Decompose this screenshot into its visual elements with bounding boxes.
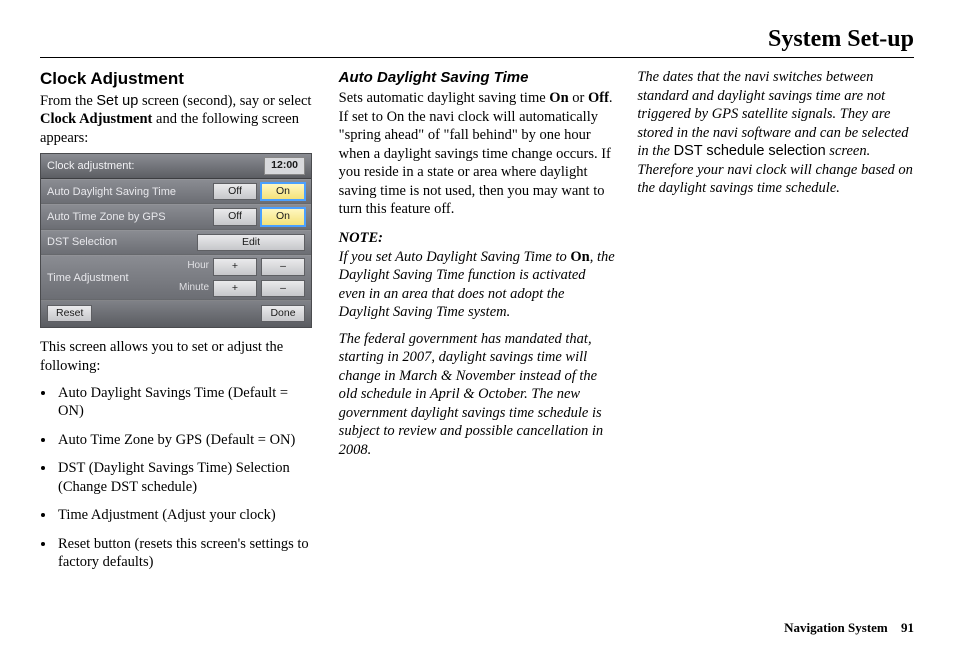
list-item: Reset button (resets this screen's setti… bbox=[56, 535, 317, 572]
list-item: Auto Time Zone by GPS (Default = ON) bbox=[56, 431, 317, 450]
minute-minus-button[interactable]: – bbox=[261, 280, 305, 297]
body-text: . If set to On the navi clock will autom… bbox=[339, 90, 613, 217]
bullet-list: Auto Daylight Savings Time (Default = ON… bbox=[40, 384, 317, 572]
intro-paragraph: From the Set up screen (second), say or … bbox=[40, 92, 317, 148]
adst-off-button[interactable]: Off bbox=[213, 183, 257, 200]
device-clock: 12:00 bbox=[264, 157, 305, 174]
note-paragraph-2: The federal government has mandated that… bbox=[339, 330, 616, 460]
device-row-time-adjust: Time Adjustment Hour + – Minute + – bbox=[41, 255, 311, 300]
device-footer: Reset Done bbox=[41, 300, 311, 327]
body-text: or bbox=[569, 90, 588, 106]
header-rule bbox=[40, 57, 914, 58]
hour-label: Hour bbox=[163, 260, 209, 273]
hour-minus-button[interactable]: – bbox=[261, 258, 305, 275]
done-button[interactable]: Done bbox=[261, 305, 305, 322]
device-row-adst: Auto Daylight Saving Time Off On bbox=[41, 179, 311, 204]
column-3: The dates that the navi switches between… bbox=[637, 68, 914, 582]
on-bold: On bbox=[549, 90, 568, 106]
note-heading: NOTE: bbox=[339, 229, 616, 248]
note-paragraph-1: If you set Auto Daylight Saving Time to … bbox=[339, 248, 616, 322]
device-row-dst: DST Selection Edit bbox=[41, 230, 311, 255]
page-footer: Navigation System 91 bbox=[784, 620, 914, 636]
clock-adjustment-heading: Clock Adjustment bbox=[40, 68, 317, 90]
device-atz-label: Auto Time Zone by GPS bbox=[47, 210, 213, 224]
adst-on-button[interactable]: On bbox=[261, 183, 305, 200]
col3-paragraph: The dates that the navi switches between… bbox=[637, 68, 914, 198]
body-text: Sets automatic daylight saving time bbox=[339, 90, 550, 106]
hour-plus-button[interactable]: + bbox=[213, 258, 257, 275]
device-title: Clock adjustment: bbox=[47, 159, 134, 173]
list-item: Auto Daylight Savings Time (Default = ON… bbox=[56, 384, 317, 421]
device-ta-label: Time Adjustment bbox=[47, 271, 129, 285]
footer-label: Navigation System bbox=[784, 620, 888, 635]
intro-text: screen (second), say or select bbox=[138, 93, 311, 109]
clock-adjustment-bold: Clock Adjustment bbox=[40, 111, 152, 127]
device-screenshot: Clock adjustment: 12:00 Auto Daylight Sa… bbox=[40, 153, 312, 328]
dst-schedule-selection: DST schedule selection bbox=[674, 143, 826, 159]
setup-word: Set up bbox=[96, 93, 138, 109]
content-columns: Clock Adjustment From the Set up screen … bbox=[40, 68, 914, 582]
atz-on-button[interactable]: On bbox=[261, 208, 305, 225]
after-device-text: This screen allows you to set or adjust … bbox=[40, 338, 317, 375]
adst-paragraph: Sets automatic daylight saving time On o… bbox=[339, 89, 616, 219]
column-1: Clock Adjustment From the Set up screen … bbox=[40, 68, 317, 582]
minute-plus-button[interactable]: + bbox=[213, 280, 257, 297]
device-titlebar: Clock adjustment: 12:00 bbox=[41, 154, 311, 178]
device-row-atz: Auto Time Zone by GPS Off On bbox=[41, 204, 311, 229]
reset-button[interactable]: Reset bbox=[47, 305, 92, 322]
body-text: If you set Auto Daylight Saving Time to bbox=[339, 249, 571, 265]
device-adst-label: Auto Daylight Saving Time bbox=[47, 185, 213, 199]
adst-heading: Auto Daylight Saving Time bbox=[339, 68, 616, 87]
on-bold: On bbox=[570, 249, 589, 265]
column-2: Auto Daylight Saving Time Sets automatic… bbox=[339, 68, 616, 582]
atz-off-button[interactable]: Off bbox=[213, 208, 257, 225]
page-title: System Set-up bbox=[40, 26, 914, 57]
minute-label: Minute bbox=[163, 282, 209, 295]
intro-text: From the bbox=[40, 93, 96, 109]
off-bold: Off bbox=[588, 90, 609, 106]
list-item: DST (Daylight Savings Time) Selection (C… bbox=[56, 459, 317, 496]
page-number: 91 bbox=[901, 620, 914, 635]
dst-edit-button[interactable]: Edit bbox=[197, 234, 305, 251]
list-item: Time Adjustment (Adjust your clock) bbox=[56, 506, 317, 525]
device-dst-label: DST Selection bbox=[47, 235, 197, 249]
